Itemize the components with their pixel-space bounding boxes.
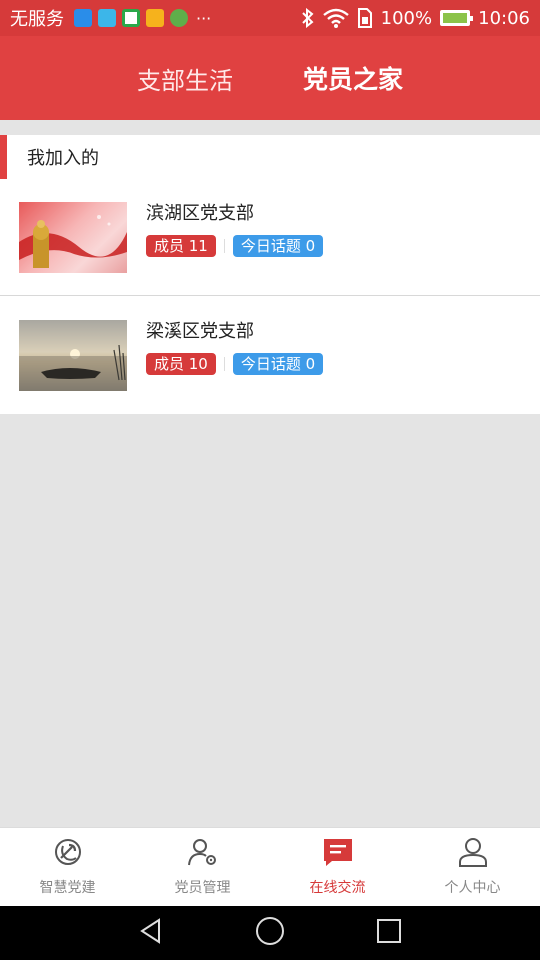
bottom-navigation: 智慧党建 党员管理 在线交流 个人中心 (0, 827, 540, 906)
joined-groups-section: 我加入的 滨湖区党支部 成员 11 今日话题 0 梁溪区党支部 成员 10 今日… (0, 135, 540, 414)
carrier-text: 无服务 (10, 9, 64, 30)
nav-label: 个人中心 (444, 880, 501, 896)
more-notifications-icon: ··· (196, 8, 212, 28)
tab-branch-life[interactable]: 支部生活 (137, 61, 233, 96)
bluetooth-icon (301, 8, 315, 28)
nav-label: 智慧党建 (39, 880, 96, 896)
badge-divider (223, 357, 225, 371)
group-info: 滨湖区党支部 成员 11 今日话题 0 (146, 199, 324, 257)
group-thumbnail (19, 202, 127, 273)
group-thumbnail (19, 320, 127, 391)
topics-badge: 今日话题 0 (232, 235, 324, 257)
topics-badge: 今日话题 0 (232, 353, 324, 375)
battery-text: 100% (380, 7, 433, 29)
person-icon (457, 837, 489, 871)
user-gear-icon (187, 837, 219, 871)
group-name: 滨湖区党支部 (146, 203, 254, 224)
group-info: 梁溪区党支部 成员 10 今日话题 0 (146, 317, 324, 375)
nav-item-online-chat[interactable]: 在线交流 (270, 828, 405, 906)
status-left: 无服务 ··· (10, 5, 301, 31)
back-icon[interactable] (137, 917, 165, 949)
wifi-icon (322, 8, 349, 28)
group-badges: 成员 11 今日话题 0 (146, 235, 324, 257)
members-badge: 成员 11 (146, 235, 216, 257)
nav-label: 在线交流 (309, 880, 366, 896)
group-item[interactable]: 滨湖区党支部 成员 11 今日话题 0 (0, 179, 540, 296)
nav-item-personal-center[interactable]: 个人中心 (405, 828, 540, 906)
group-item[interactable]: 梁溪区党支部 成员 10 今日话题 0 (0, 297, 540, 414)
home-icon[interactable] (255, 916, 285, 950)
status-right: 100% 10:06 (301, 8, 530, 29)
party-emblem-icon (52, 837, 84, 871)
clock-text: 10:06 (478, 7, 530, 29)
status-bar: 无服务 ··· 100% 10:06 (0, 0, 540, 36)
nav-item-member-management[interactable]: 党员管理 (135, 828, 270, 906)
battery-icon (440, 10, 474, 26)
app-notification-icon-5 (170, 9, 188, 27)
nav-label: 党员管理 (174, 880, 231, 896)
section-title: 我加入的 (0, 135, 540, 179)
recents-icon[interactable] (375, 917, 403, 949)
top-header: 支部生活 党员之家 (0, 36, 540, 120)
badge-divider (223, 239, 225, 253)
app-notification-icon-3 (122, 9, 140, 27)
app-notification-icon-2 (98, 9, 116, 27)
system-navigation-bar (0, 906, 540, 960)
group-badges: 成员 10 今日话题 0 (146, 353, 324, 375)
members-badge: 成员 10 (146, 353, 216, 375)
sim-icon (357, 8, 373, 28)
chat-icon (322, 837, 354, 871)
tab-member-home[interactable]: 党员之家 (303, 60, 403, 96)
app-notification-icon-4 (146, 9, 164, 27)
nav-item-smart-party[interactable]: 智慧党建 (0, 828, 135, 906)
group-name: 梁溪区党支部 (146, 321, 254, 342)
app-notification-icon-1 (74, 9, 92, 27)
